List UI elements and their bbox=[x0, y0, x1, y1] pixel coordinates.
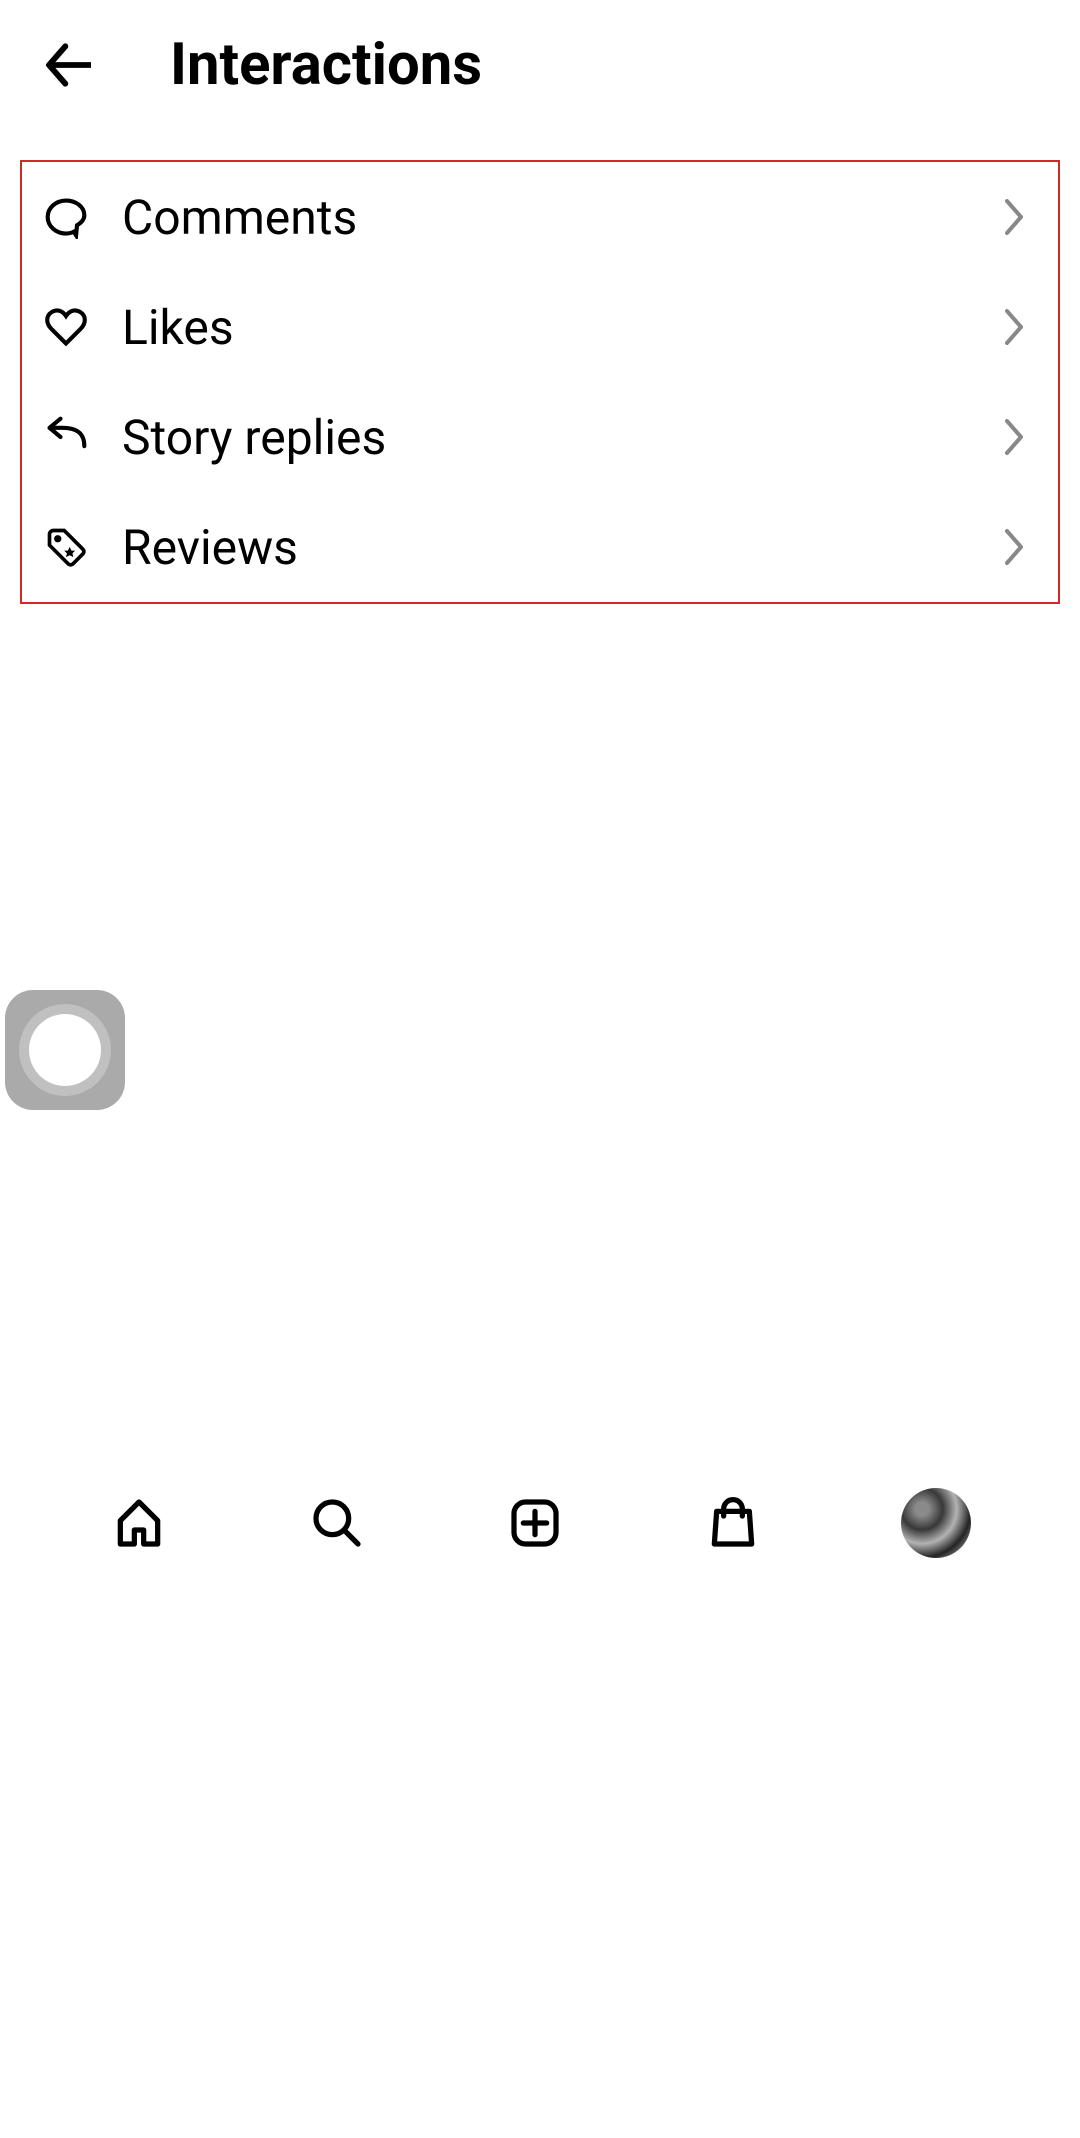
page-title: Interactions bbox=[170, 31, 482, 99]
list-item-label: Comments bbox=[122, 189, 1002, 246]
bottom-navigation bbox=[0, 1468, 1080, 1578]
assistive-touch-ring bbox=[19, 1004, 111, 1096]
reply-arrow-icon bbox=[42, 413, 90, 461]
profile-avatar[interactable] bbox=[901, 1488, 971, 1558]
chevron-right-icon bbox=[1002, 417, 1038, 457]
list-item-label: Likes bbox=[122, 299, 1002, 356]
comment-icon bbox=[42, 193, 90, 241]
list-item-reviews[interactable]: Reviews bbox=[22, 492, 1058, 602]
home-icon[interactable] bbox=[109, 1493, 169, 1553]
list-item-comments[interactable]: Comments bbox=[22, 162, 1058, 272]
interactions-list: Comments Likes Story replies bbox=[20, 160, 1060, 604]
chevron-right-icon bbox=[1002, 527, 1038, 567]
search-icon[interactable] bbox=[307, 1493, 367, 1553]
heart-icon bbox=[42, 303, 90, 351]
chevron-right-icon bbox=[1002, 307, 1038, 347]
list-item-likes[interactable]: Likes bbox=[22, 272, 1058, 382]
back-arrow-icon[interactable] bbox=[40, 35, 100, 95]
assistive-touch-center bbox=[29, 1014, 101, 1086]
add-post-icon[interactable] bbox=[505, 1493, 565, 1553]
list-item-label: Story replies bbox=[122, 409, 1002, 466]
shop-icon[interactable] bbox=[703, 1493, 763, 1553]
tag-star-icon bbox=[42, 523, 90, 571]
chevron-right-icon bbox=[1002, 197, 1038, 237]
header: Interactions bbox=[0, 0, 1080, 130]
list-item-label: Reviews bbox=[122, 519, 1002, 576]
list-item-story-replies[interactable]: Story replies bbox=[22, 382, 1058, 492]
assistive-touch-button[interactable] bbox=[5, 990, 125, 1110]
